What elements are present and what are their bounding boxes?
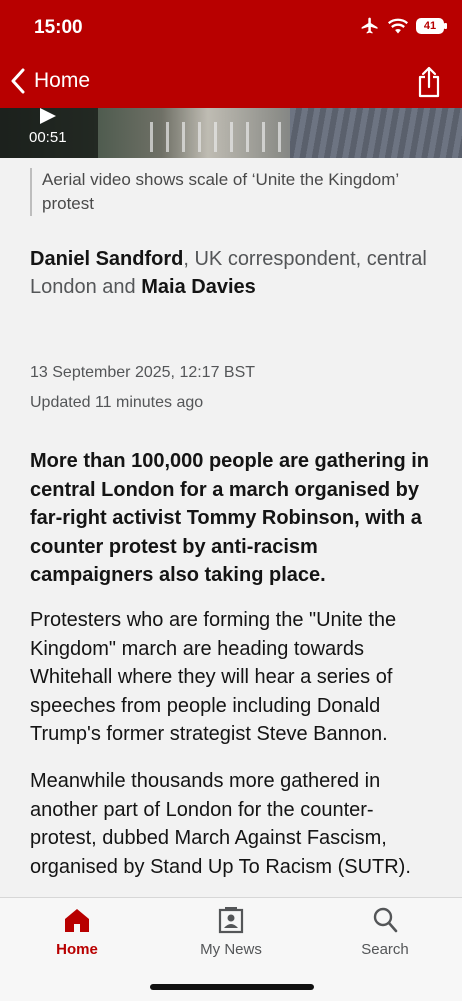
tab-my-news-label: My News	[200, 941, 262, 958]
status-bar: 15:00 41	[0, 0, 462, 58]
battery-icon: 41	[416, 18, 447, 34]
tab-home[interactable]: Home	[0, 904, 154, 958]
home-indicator[interactable]	[150, 984, 314, 990]
article-paragraph: Meanwhile thousands more gathered in ano…	[30, 770, 411, 878]
airplane-icon	[361, 17, 378, 34]
chevron-left-icon	[11, 68, 25, 94]
tab-search-label: Search	[361, 941, 409, 958]
back-label: Home	[34, 69, 91, 92]
publish-date: 13 September 2025, 12:17 BST	[30, 364, 256, 381]
tab-home-label: Home	[56, 941, 98, 958]
author-name: Daniel Sandford	[30, 248, 184, 270]
article-paragraph: Protesters who are forming the "Unite th…	[30, 609, 397, 745]
search-icon	[373, 907, 398, 933]
article-lead: More than 100,000 people are gathering i…	[30, 450, 430, 586]
home-icon	[65, 909, 89, 932]
share-icon	[418, 66, 440, 98]
video-overlay: 00:51	[0, 108, 98, 158]
tab-my-news[interactable]: My News	[154, 904, 308, 958]
video-player[interactable]: 00:51	[0, 108, 462, 158]
share-button[interactable]	[416, 66, 442, 103]
author-name-2: Maia Davies	[141, 276, 256, 298]
my-news-icon	[218, 907, 244, 934]
status-icons: 41	[360, 16, 447, 36]
back-button[interactable]: Home	[10, 68, 90, 94]
video-caption: Aerial video shows scale of ‘Unite the K…	[30, 168, 422, 216]
updated-time: Updated 11 minutes ago	[30, 394, 204, 411]
play-icon	[40, 108, 56, 124]
byline: Daniel Sandford, UK correspondent, centr…	[30, 245, 435, 301]
status-time: 15:00	[34, 17, 83, 38]
battery-level: 41	[423, 19, 437, 32]
video-duration: 00:51	[29, 129, 67, 146]
nav-bar: Home	[0, 58, 462, 108]
tab-search[interactable]: Search	[308, 904, 462, 958]
wifi-icon	[388, 18, 408, 34]
